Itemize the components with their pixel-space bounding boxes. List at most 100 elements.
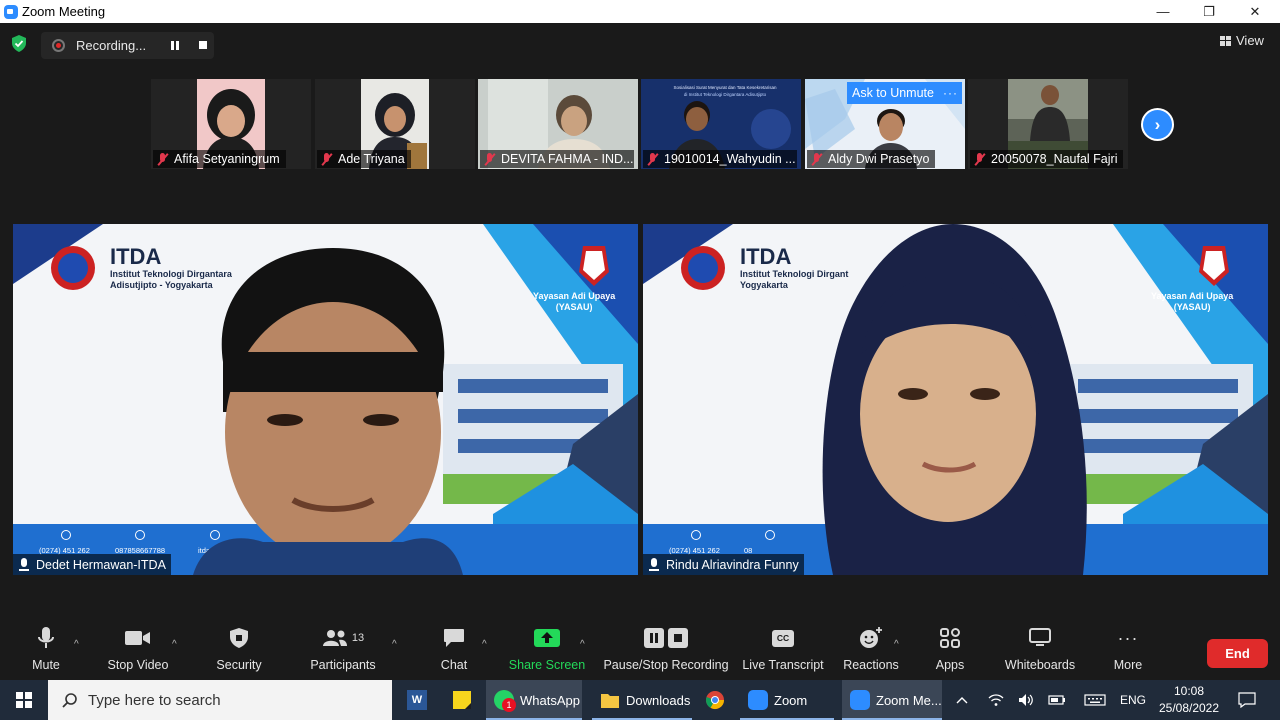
participant-name-tag: 20050078_Naufal Fajri xyxy=(970,150,1124,168)
taskbar-sticky-notes[interactable] xyxy=(449,680,475,720)
clock-time: 10:08 xyxy=(1173,684,1205,698)
mute-button[interactable]: Mute xyxy=(25,622,67,680)
battery-icon[interactable] xyxy=(1046,680,1068,720)
mic-muted-icon xyxy=(811,152,822,166)
participants-options-caret[interactable]: ^ xyxy=(392,639,397,650)
apps-button[interactable]: Apps xyxy=(932,622,968,680)
main-video-tile[interactable]: ITDA Institut Teknologi Dirgant Yogyakar… xyxy=(643,224,1268,575)
phone-icon xyxy=(61,530,71,540)
pause-icon[interactable] xyxy=(171,41,180,50)
clock[interactable]: 10:08 25/08/2022 xyxy=(1152,680,1226,720)
more-dots-icon: ··· xyxy=(1117,627,1139,648)
sticky-notes-icon xyxy=(453,691,471,709)
taskbar-word[interactable]: W xyxy=(404,680,430,720)
zoom-window: Zoom Meeting — ❐ ✕ Recording... View Afi… xyxy=(0,0,1280,720)
participant-thumbnail[interactable]: Ade Triyana xyxy=(315,79,475,169)
window-title: Zoom Meeting xyxy=(22,4,106,19)
microphone-icon xyxy=(19,558,29,571)
mic-muted-icon xyxy=(647,152,658,166)
video-name-tag: Dedet Hermawan-ITDA xyxy=(13,554,171,575)
chrome-icon xyxy=(706,691,724,710)
view-button[interactable]: View xyxy=(1220,33,1264,48)
participant-thumbnail[interactable]: Sosialisasi Surat Menyurat dan Tata Kese… xyxy=(641,79,801,169)
title-bar: Zoom Meeting — ❐ ✕ xyxy=(0,0,1280,23)
whiteboard-icon xyxy=(1029,628,1051,646)
minimize-button[interactable]: — xyxy=(1140,0,1186,23)
phone-icon xyxy=(691,530,701,540)
stop-icon[interactable] xyxy=(199,41,207,49)
reactions-button[interactable]: Reactions xyxy=(842,622,900,680)
audio-options-caret[interactable]: ^ xyxy=(74,639,79,650)
microphone-icon xyxy=(38,627,54,648)
end-meeting-button[interactable]: End xyxy=(1207,639,1268,668)
zoom-logo-icon xyxy=(4,4,18,19)
search-placeholder: Type here to search xyxy=(88,691,221,709)
participant-thumbnail[interactable]: 20050078_Naufal Fajri xyxy=(968,79,1128,169)
mic-muted-icon xyxy=(157,152,168,166)
chat-button[interactable]: Chat xyxy=(436,622,472,680)
stop-icon xyxy=(668,628,688,648)
whatsapp-icon xyxy=(765,530,775,540)
stop-video-button[interactable]: Stop Video xyxy=(103,622,173,680)
taskbar-whatsapp[interactable]: 1 WhatsApp xyxy=(486,680,582,720)
zoom-icon xyxy=(748,690,768,710)
share-options-caret[interactable]: ^ xyxy=(580,639,585,650)
participants-button[interactable]: 13 Participants xyxy=(305,622,381,680)
share-screen-button[interactable]: Share Screen xyxy=(508,622,586,680)
shield-check-icon[interactable] xyxy=(11,35,27,52)
participants-count: 13 xyxy=(351,632,365,644)
whiteboards-button[interactable]: Whiteboards xyxy=(1002,622,1078,680)
wifi-icon[interactable] xyxy=(986,680,1006,720)
language-indicator[interactable]: ENG xyxy=(1116,680,1150,720)
start-button[interactable] xyxy=(0,680,48,720)
main-video-tile[interactable]: ITDA Institut Teknologi Dirgantara Adisu… xyxy=(13,224,638,575)
security-shield-icon xyxy=(230,628,248,648)
taskbar-chrome[interactable] xyxy=(702,680,728,720)
chat-options-caret[interactable]: ^ xyxy=(482,639,487,650)
pause-stop-recording-button[interactable]: Pause/Stop Recording xyxy=(602,622,730,680)
live-transcript-button[interactable]: CC Live Transcript xyxy=(740,622,826,680)
view-label: View xyxy=(1236,33,1264,48)
folder-icon xyxy=(601,694,619,708)
participant-thumbnail[interactable]: Afifa Setyaningrum xyxy=(151,79,311,169)
search-icon xyxy=(62,693,77,708)
mic-muted-icon xyxy=(321,152,332,166)
participant-thumbnail[interactable]: DEVITA FAHMA - IND... xyxy=(478,79,638,169)
foundation-label: Yayasan Adi Upaya (YASAU) xyxy=(533,291,616,312)
video-options-caret[interactable]: ^ xyxy=(172,639,177,650)
security-button[interactable]: Security xyxy=(212,622,266,680)
zoom-icon xyxy=(850,690,870,710)
next-page-button[interactable]: › xyxy=(1141,108,1174,141)
taskbar-search-box[interactable]: Type here to search xyxy=(48,680,392,720)
ask-to-unmute-button[interactable]: Ask to Unmute xyxy=(847,82,939,104)
thumbnail-more-button[interactable]: ··· xyxy=(939,82,962,104)
recording-indicator: Recording... xyxy=(41,32,214,59)
tray-chevron-icon[interactable] xyxy=(952,680,972,720)
chat-bubble-icon xyxy=(444,629,464,647)
whatsapp-icon: 1 xyxy=(494,690,516,712)
taskbar-downloads[interactable]: Downloads xyxy=(592,680,692,720)
windows-taskbar: Type here to search W 1 WhatsApp Downloa… xyxy=(0,680,1280,720)
meeting-toolbar: Mute ^ Stop Video ^ Security 13 Particip… xyxy=(0,622,1280,680)
microphone-icon xyxy=(649,558,659,571)
whatsapp-badge: 1 xyxy=(502,698,516,712)
participants-icon xyxy=(322,630,347,646)
keyboard-icon[interactable] xyxy=(1082,680,1108,720)
reactions-options-caret[interactable]: ^ xyxy=(894,639,899,650)
whatsapp-icon xyxy=(135,530,145,540)
more-button[interactable]: ··· More xyxy=(1110,622,1146,680)
meeting-area: Recording... View Afifa Setyaningrum Ade… xyxy=(0,23,1280,680)
video-camera-icon xyxy=(125,631,150,645)
closed-caption-icon: CC xyxy=(772,629,794,647)
video-name-tag: Rindu Alriavindra Funny xyxy=(643,554,804,575)
slide-title-line1: Sosialisasi Surat Menyurat dan Tata Kese… xyxy=(673,85,777,90)
restore-button[interactable]: ❐ xyxy=(1186,0,1232,23)
taskbar-zoom[interactable]: Zoom xyxy=(740,680,834,720)
mic-muted-icon xyxy=(974,152,985,166)
speaker-icon[interactable] xyxy=(1016,680,1036,720)
reactions-icon xyxy=(860,627,882,648)
taskbar-zoom-meeting[interactable]: Zoom Me... xyxy=(842,680,942,720)
notification-icon[interactable] xyxy=(1234,680,1260,720)
participant-name-tag: Ade Triyana xyxy=(317,150,411,168)
close-button[interactable]: ✕ xyxy=(1232,0,1278,23)
